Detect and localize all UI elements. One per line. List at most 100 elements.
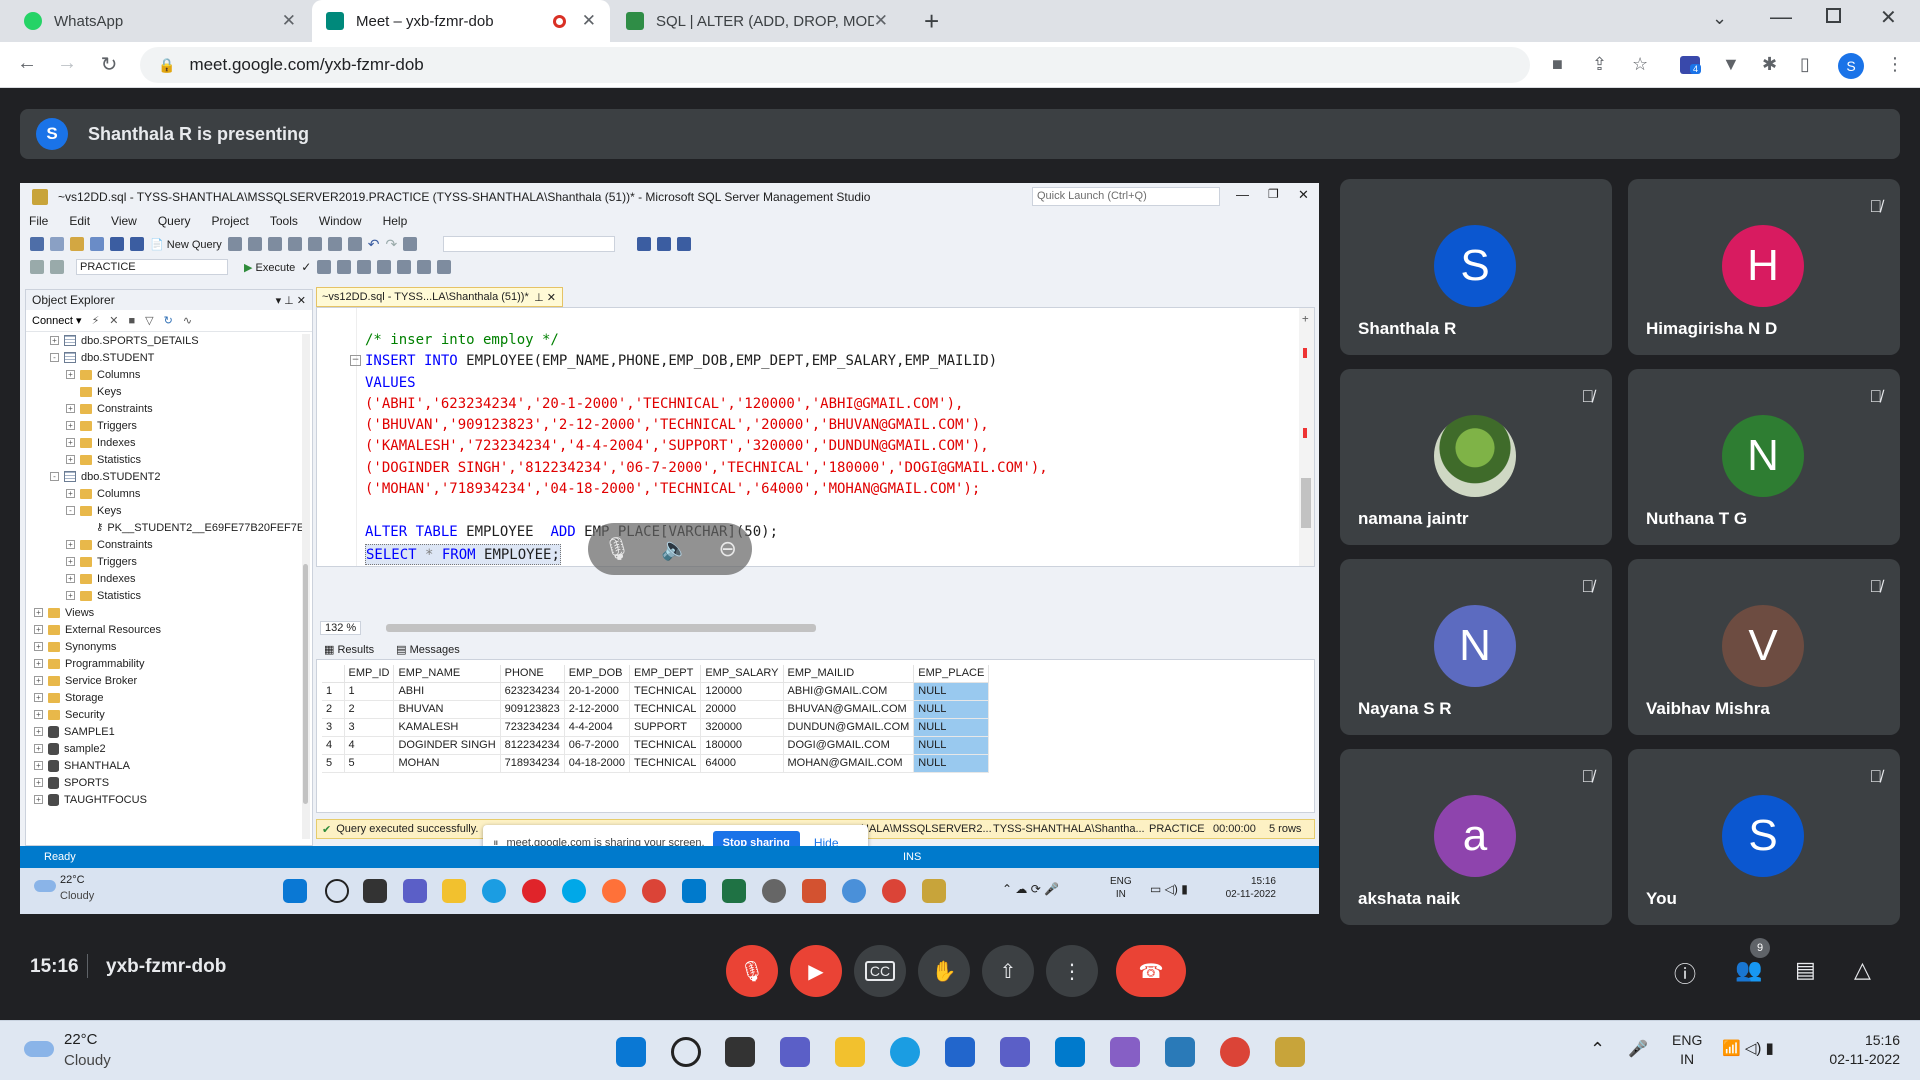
ssms-taskbar-icon[interactable] xyxy=(1275,1037,1305,1067)
dmx-query-icon[interactable] xyxy=(267,237,282,251)
grid-cell[interactable]: 1 xyxy=(344,682,395,701)
tree-node[interactable]: + Columns xyxy=(26,366,312,383)
side-panel-icon[interactable]: ▯ xyxy=(1800,54,1810,75)
disconnect-icon[interactable]: ✕ xyxy=(109,314,118,327)
tree-node[interactable]: + Columns xyxy=(26,485,312,502)
grid-column-header[interactable]: EMP_MAILID xyxy=(783,665,915,683)
grid-cell[interactable]: DOGI@GMAIL.COM xyxy=(783,736,915,755)
expand-icon[interactable]: + xyxy=(66,438,75,447)
expand-icon[interactable]: + xyxy=(34,642,43,651)
cut-icon[interactable] xyxy=(307,237,322,251)
tab-search-icon[interactable]: ⌄ xyxy=(1712,8,1727,29)
row-number[interactable]: 1 xyxy=(322,682,345,701)
expand-icon[interactable]: + xyxy=(34,710,43,719)
filter-icon[interactable]: ▽ xyxy=(145,314,153,327)
language-indicator[interactable]: ENG IN xyxy=(1672,1031,1702,1069)
grid-cell[interactable]: BHUVAN@GMAIL.COM xyxy=(783,700,915,719)
tree-node[interactable]: + TAUGHTFOCUS xyxy=(26,791,312,808)
tray-chevron-icon[interactable]: ⌃ xyxy=(1590,1039,1605,1060)
expand-icon[interactable]: + xyxy=(66,404,75,413)
row-number[interactable]: 2 xyxy=(322,700,345,719)
share-icon[interactable]: ⇪ xyxy=(1592,54,1607,75)
tree-node[interactable]: + dbo.SPORTS_DETAILS xyxy=(26,332,312,349)
tree-node[interactable]: + Storage xyxy=(26,689,312,706)
close-tab-icon[interactable]: ✕ xyxy=(874,11,888,31)
grid-column-header[interactable]: EMP_DOB xyxy=(564,665,631,683)
expand-icon[interactable]: + xyxy=(50,336,59,345)
grid-cell[interactable]: NULL xyxy=(913,699,990,719)
ssms-minimize-button[interactable]: — xyxy=(1236,187,1249,202)
quick-launch-input[interactable]: Quick Launch (Ctrl+Q) xyxy=(1032,187,1220,206)
expand-icon[interactable]: + xyxy=(34,659,43,668)
language-indicator[interactable]: ENG IN xyxy=(1110,875,1132,901)
expand-icon[interactable]: + xyxy=(34,795,43,804)
menu-tools[interactable]: Tools xyxy=(270,214,298,228)
network-app-icon[interactable] xyxy=(842,879,866,903)
reload-icon[interactable]: ↻ xyxy=(96,52,122,77)
tree-node[interactable]: + Views xyxy=(26,604,312,621)
puzzle-icon[interactable]: ✱ xyxy=(1762,54,1777,75)
connect-dropdown[interactable]: Connect ▾ xyxy=(32,314,82,327)
execute-button[interactable]: ▶ Execute xyxy=(244,261,295,274)
expand-icon[interactable]: + xyxy=(34,727,43,736)
back-nav-icon[interactable] xyxy=(30,237,44,251)
skype-icon[interactable] xyxy=(562,879,586,903)
profile-avatar[interactable]: S xyxy=(1838,53,1864,79)
close-tab-icon[interactable]: ✕ xyxy=(582,11,596,31)
tree-node[interactable]: + Service Broker xyxy=(26,672,312,689)
expand-icon[interactable]: + xyxy=(34,761,43,770)
visual-studio-icon[interactable] xyxy=(1110,1037,1140,1067)
leave-call-button[interactable]: ☎ xyxy=(1116,945,1186,997)
tree-node[interactable]: - Keys xyxy=(26,502,312,519)
grid-cell[interactable]: DOGINDER SINGH xyxy=(393,736,501,755)
stop-icon[interactable]: ■ xyxy=(129,315,136,327)
ssms-taskbar-icon[interactable] xyxy=(922,879,946,903)
tab-whatsapp[interactable]: WhatsApp ✕ xyxy=(10,0,310,42)
menu-help[interactable]: Help xyxy=(383,214,408,228)
tab-messages[interactable]: ▤ Messages xyxy=(396,643,460,656)
save-all-icon[interactable] xyxy=(130,237,144,251)
tree-node[interactable]: + SHANTHALA xyxy=(26,757,312,774)
results-to-file-icon[interactable] xyxy=(397,260,412,274)
grid-cell[interactable]: DUNDUN@GMAIL.COM xyxy=(783,718,915,737)
present-button[interactable]: ⇧ xyxy=(982,945,1034,997)
captions-button[interactable]: CC xyxy=(854,945,906,997)
menu-window[interactable]: Window xyxy=(319,214,362,228)
tree-node[interactable]: + Synonyms xyxy=(26,638,312,655)
expand-icon[interactable]: + xyxy=(34,608,43,617)
camera-toggle-button[interactable]: ▶ xyxy=(790,945,842,997)
collapse-icon[interactable]: - xyxy=(50,353,59,362)
grid-cell[interactable]: 06-7-2000 xyxy=(564,736,631,755)
search-icon[interactable] xyxy=(671,1037,701,1067)
notepad-icon[interactable] xyxy=(1165,1037,1195,1067)
database-select[interactable]: PRACTICE xyxy=(76,259,228,275)
participant-tile[interactable]: V Vaibhav Mishra 🎙̸ xyxy=(1628,559,1900,735)
file-explorer-icon[interactable] xyxy=(442,879,466,903)
results-grid[interactable]: EMP_ID EMP_NAME PHONE EMP_DOB EMP_DEPT EMP_SA… xyxy=(322,665,990,773)
vpn-extension-icon[interactable]: ▼ xyxy=(1722,54,1740,75)
grid-cell[interactable]: TECHNICAL xyxy=(629,682,702,701)
grid-cell[interactable]: NULL xyxy=(913,735,990,755)
table-row[interactable]: 5 5 MOHAN 718934234 04-18-2000 TECHNICAL 64000… xyxy=(322,753,990,773)
expand-icon[interactable]: + xyxy=(66,370,75,379)
expand-icon[interactable]: + xyxy=(66,574,75,583)
tree-node[interactable]: + SPORTS xyxy=(26,774,312,791)
tree-node[interactable]: + Statistics xyxy=(26,451,312,468)
chrome-icon[interactable] xyxy=(1220,1037,1250,1067)
xmla-query-icon[interactable] xyxy=(287,237,302,251)
expand-icon[interactable]: + xyxy=(34,744,43,753)
forward-icon[interactable]: → xyxy=(54,52,80,75)
menu-query[interactable]: Query xyxy=(158,214,191,228)
tree-node[interactable]: ⚷ PK__STUDENT2__E69FE77B20FEF7E xyxy=(26,519,312,536)
menu-file[interactable]: File xyxy=(29,214,48,228)
activities-icon[interactable]: △ xyxy=(1854,957,1871,983)
editor-vertical-scrollbar[interactable]: + xyxy=(1299,308,1314,566)
tree-node[interactable]: + sample2 xyxy=(26,740,312,757)
uncomment-icon[interactable] xyxy=(437,260,452,274)
expand-icon[interactable]: + xyxy=(66,455,75,464)
panel-pin-icon[interactable]: ▾ ⊥ ✕ xyxy=(276,294,306,307)
display-plan-icon[interactable] xyxy=(317,260,332,274)
excel-icon[interactable] xyxy=(722,879,746,903)
table-row[interactable]: 4 4 DOGINDER SINGH 812234234 06-7-2000 TECHNI… xyxy=(322,735,990,755)
table-row[interactable]: 1 1 ABHI 623234234 20-1-2000 TECHNICAL 120000 A… xyxy=(322,681,990,701)
